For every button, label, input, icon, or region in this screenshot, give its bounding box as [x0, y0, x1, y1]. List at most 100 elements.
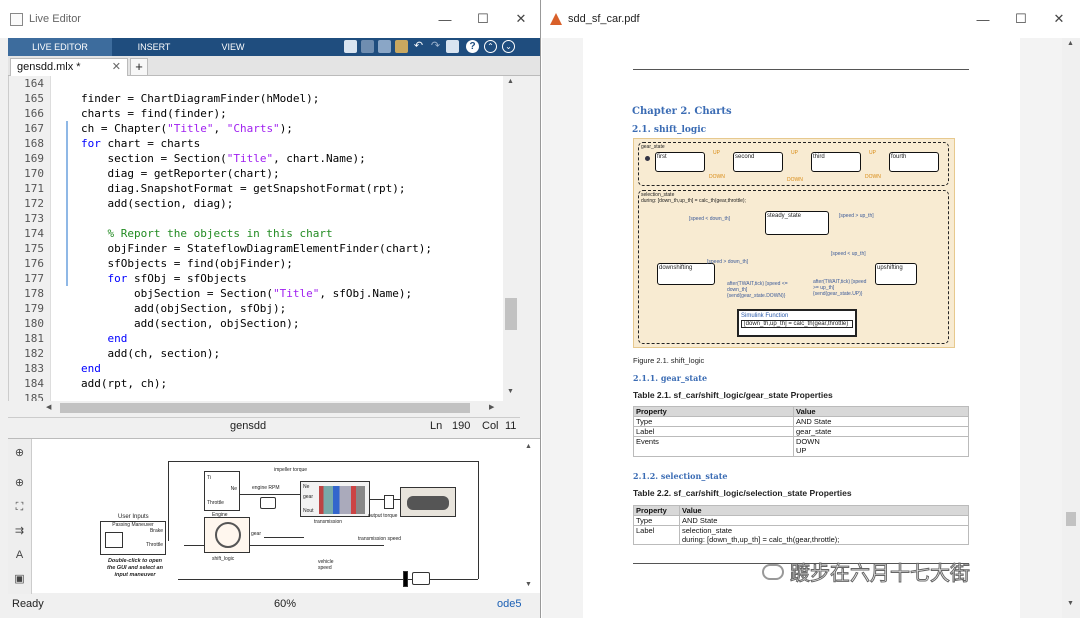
shift-logic-label: shift_logic — [212, 556, 235, 562]
model-scroll-down-icon[interactable]: ▼ — [525, 581, 532, 588]
gear-state-properties-table: Property Value Type AND State Label gear_st… — [633, 406, 969, 457]
pdf-scroll-thumb[interactable] — [1066, 512, 1076, 526]
pdf-close-button[interactable]: ✕ — [1040, 0, 1078, 38]
document-tabs: gensdd.mlx * ✕ + — [8, 56, 540, 76]
image-icon[interactable]: ▣ — [13, 573, 26, 586]
tab-view[interactable]: VIEW — [196, 38, 270, 56]
line-number: 190 — [452, 420, 471, 432]
table-cell: Label — [633, 525, 680, 545]
line-number: 164 — [24, 77, 44, 90]
close-tab-icon[interactable]: ✕ — [112, 59, 121, 75]
close-button[interactable]: ✕ — [502, 0, 540, 38]
line-number: 167 — [24, 122, 44, 135]
editor-vertical-scrollbar[interactable]: ▲ ▼ — [503, 76, 520, 401]
column-label: Col — [482, 420, 499, 432]
zoom-icon[interactable]: ⊕ — [13, 477, 26, 490]
scroll-right-icon[interactable]: ▶ — [489, 403, 494, 411]
shift-logic-block[interactable] — [204, 517, 250, 553]
code-line[interactable]: add(rpt, ch); — [81, 376, 167, 391]
table-header-row: Property Value — [633, 505, 969, 516]
line-number: 178 — [24, 287, 44, 300]
file-tab[interactable]: gensdd.mlx * ✕ — [10, 58, 128, 76]
down-transition-label: DOWN — [709, 174, 725, 180]
code-editor[interactable]: 164 165 166 167 168 169 170 171 172 173 174 175 176 1… — [8, 76, 520, 401]
code-line[interactable]: diag = getReporter(chart); — [81, 166, 279, 181]
code-line[interactable]: ch = Chapter("Title", "Charts"); — [81, 121, 293, 136]
scroll-thumb[interactable] — [505, 298, 517, 330]
wire — [168, 461, 478, 462]
undo-icon[interactable]: ↶ — [412, 40, 425, 53]
engine-block[interactable]: Ti Ne Throttle — [204, 471, 240, 511]
scroll-left-icon[interactable]: ◀ — [46, 403, 51, 411]
code-line[interactable]: sfObjects = find(objFinder); — [81, 256, 292, 271]
code-line[interactable]: objSection = Section("Title", sfObj.Name… — [81, 286, 412, 301]
wire — [178, 579, 478, 580]
code-line[interactable]: finder = ChartDiagramFinder(hModel); — [81, 91, 319, 106]
code-line[interactable]: for sfObj = sfObjects — [81, 271, 247, 286]
redo-icon[interactable]: ↷ — [429, 40, 442, 53]
output-scope-block[interactable] — [412, 572, 430, 585]
table-cell: AND State — [793, 416, 969, 427]
live-editor-titlebar: Live Editor — ☐ ✕ — [0, 0, 540, 38]
help-icon[interactable]: ? — [466, 40, 479, 53]
pdf-minimize-button[interactable]: — — [964, 0, 1002, 38]
wechat-icon — [762, 563, 784, 580]
scroll-down-icon[interactable]: ▼ — [507, 388, 514, 395]
line-number: 177 — [24, 272, 44, 285]
code-line[interactable]: charts = find(finder); — [81, 106, 227, 121]
minimize-button[interactable]: — — [426, 0, 464, 38]
demux-block[interactable] — [403, 571, 408, 587]
fit-view-icon[interactable]: ⛶ — [13, 501, 26, 514]
editor-horizontal-scrollbar[interactable]: ◀ ▶ — [42, 401, 503, 415]
pdf-vertical-scrollbar[interactable]: ▲ ▼ — [1062, 38, 1080, 618]
code-line[interactable]: for chart = charts — [81, 136, 200, 151]
pdf-scroll-down-icon[interactable]: ▼ — [1067, 600, 1074, 607]
arrow-icon[interactable]: ⇉ — [13, 525, 26, 538]
code-line[interactable]: add(objSection, sfObj); — [81, 301, 286, 316]
line-number: 175 — [24, 242, 44, 255]
code-line[interactable]: % Report the objects in this chart — [81, 226, 332, 241]
code-line[interactable]: add(ch, section); — [81, 346, 220, 361]
simulink-model-canvas[interactable]: ⊕ ⊕ ⛶ ⇉ A ▣ ▲ ▼ User Inputs Passing Mane… — [8, 438, 540, 594]
solver-link[interactable]: ode5 — [497, 598, 521, 610]
code-line[interactable]: add(section, objSection); — [81, 316, 300, 331]
expand-ribbon-icon[interactable]: ⌄ — [502, 40, 515, 53]
save-icon[interactable] — [344, 40, 357, 53]
pdf-scroll-up-icon[interactable]: ▲ — [1067, 40, 1074, 47]
minimize-ribbon-icon[interactable]: ⌃ — [484, 40, 497, 53]
transmission-block[interactable]: Ne gear Nout — [300, 481, 370, 517]
code-line[interactable]: end — [81, 331, 128, 346]
table-row: Label gear_state — [633, 426, 969, 437]
code-line[interactable]: section = Section("Title", chart.Name); — [81, 151, 365, 166]
code-line[interactable]: end — [81, 361, 101, 376]
passing-maneuver-block[interactable]: Passing Maneuver Brake Throttle — [100, 521, 166, 555]
maximize-button[interactable]: ☐ — [464, 0, 502, 38]
add-tab-button[interactable]: + — [130, 58, 148, 76]
model-toolbar: ⊕ ⊕ ⛶ ⇉ A ▣ — [8, 439, 32, 594]
model-scroll-up-icon[interactable]: ▲ — [525, 443, 532, 450]
mux-block[interactable] — [384, 495, 394, 509]
hscroll-thumb[interactable] — [60, 403, 470, 413]
zoom-level: 60% — [274, 598, 297, 610]
pdf-maximize-button[interactable]: ☐ — [1002, 0, 1040, 38]
state-downshifting: downshifting — [657, 263, 715, 285]
code-line[interactable]: objFinder = StateflowDiagramElementFinde… — [81, 241, 432, 256]
table-header-row: Property Value — [633, 406, 969, 417]
line-number: 173 — [24, 212, 44, 225]
scroll-up-icon[interactable]: ▲ — [507, 78, 514, 85]
tab-live-editor[interactable]: LIVE EDITOR — [8, 38, 112, 56]
cut-icon[interactable] — [361, 40, 374, 53]
scope-block[interactable] — [260, 497, 276, 509]
paste-icon[interactable] — [395, 40, 408, 53]
window-layout-icon[interactable] — [446, 40, 459, 53]
hide-browser-icon[interactable]: ⊕ — [13, 447, 26, 460]
line-number: 183 — [24, 362, 44, 375]
copy-icon[interactable] — [378, 40, 391, 53]
annotation-icon[interactable]: A — [13, 549, 26, 562]
vehicle-block[interactable] — [400, 487, 456, 517]
up-transition-label: UP — [713, 150, 720, 156]
wire — [240, 494, 300, 495]
code-line[interactable]: diag.SnapshotFormat = getSnapshotFormat(… — [81, 181, 405, 196]
tab-insert[interactable]: INSERT — [112, 38, 196, 56]
code-line[interactable]: add(section, diag); — [81, 196, 233, 211]
